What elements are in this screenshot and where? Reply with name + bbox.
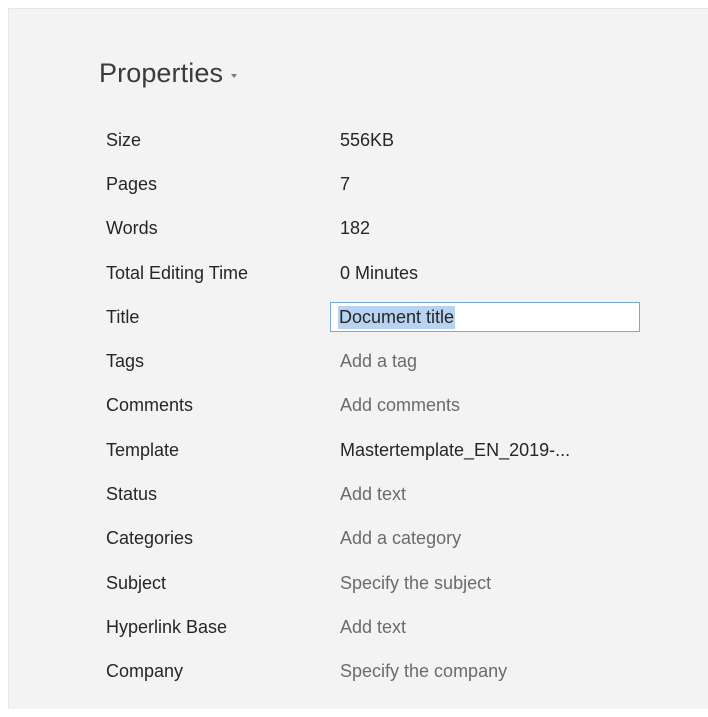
property-row-words: Words 182 — [106, 207, 666, 251]
property-row-hyperlink-base: Hyperlink Base Add text — [106, 605, 666, 649]
property-label: Hyperlink Base — [106, 616, 228, 637]
property-row-company: Company Specify the company — [106, 650, 666, 694]
property-row-comments: Comments Add comments — [106, 384, 666, 428]
property-row-subject: Subject Specify the subject — [106, 561, 666, 605]
caret-down-icon — [231, 73, 238, 78]
property-label: Size — [106, 129, 142, 150]
property-row-status: Status Add text — [106, 472, 666, 516]
properties-panel: Properties Size 556KB Pages 7 Words 182 … — [8, 8, 708, 709]
property-row-tags: Tags Add a tag — [106, 339, 666, 383]
property-label: Pages — [106, 173, 158, 194]
property-label: Total Editing Time — [106, 262, 249, 283]
properties-title: Properties — [99, 58, 224, 88]
property-row-title: Title Document title — [106, 295, 666, 339]
property-label: Template — [106, 439, 180, 460]
template-value: Mastertemplate_EN_2019-... — [340, 439, 571, 460]
property-row-pages: Pages 7 — [106, 162, 666, 206]
title-input[interactable]: Document title — [330, 302, 640, 333]
property-label: Categories — [106, 528, 194, 549]
properties-dropdown[interactable]: Properties — [99, 58, 238, 89]
property-value: 182 — [340, 218, 371, 239]
property-row-total-editing-time: Total Editing Time 0 Minutes — [106, 251, 666, 295]
status-field[interactable]: Add text — [340, 484, 406, 505]
property-label: Tags — [106, 351, 145, 372]
subject-field[interactable]: Specify the subject — [340, 573, 491, 594]
property-label: Status — [106, 484, 158, 505]
comments-field[interactable]: Add comments — [340, 395, 460, 416]
company-field[interactable]: Specify the company — [340, 661, 507, 682]
property-label: Words — [106, 218, 158, 239]
property-label: Subject — [106, 572, 167, 593]
title-input-selected-text: Document title — [338, 305, 456, 329]
property-row-categories: Categories Add a category — [106, 517, 666, 561]
tags-field[interactable]: Add a tag — [340, 351, 417, 372]
property-row-size: Size 556KB — [106, 118, 666, 162]
property-value: 7 — [340, 173, 351, 194]
hyperlink-base-field[interactable]: Add text — [340, 617, 406, 638]
property-value: 0 Minutes — [340, 262, 419, 283]
properties-list: Size 556KB Pages 7 Words 182 Total Editi… — [106, 118, 666, 694]
property-label: Title — [106, 306, 140, 327]
property-row-template: Template Mastertemplate_EN_2019-... — [106, 428, 666, 472]
categories-field[interactable]: Add a category — [340, 528, 461, 549]
property-label: Comments — [106, 395, 194, 416]
property-label: Company — [106, 661, 184, 682]
property-value: 556KB — [340, 129, 395, 150]
window: Properties Size 556KB Pages 7 Words 182 … — [0, 0, 708, 717]
